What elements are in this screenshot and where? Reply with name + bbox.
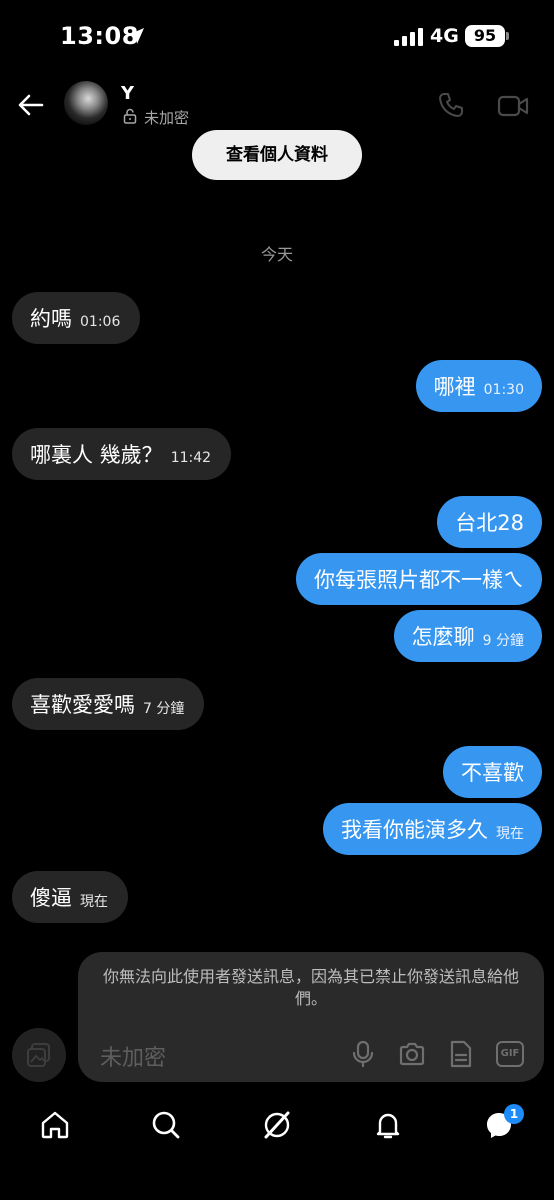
- message-time: 現在: [496, 826, 524, 842]
- message-bubble-sent[interactable]: 不喜歡: [443, 746, 542, 798]
- message-text: 哪裏人 幾歲？: [30, 443, 163, 467]
- cellular-signal-icon: [394, 28, 423, 46]
- message-text: 怎麼聊: [411, 625, 475, 649]
- message-bubble-received[interactable]: 哪裏人 幾歲？ 11:42: [12, 428, 232, 480]
- home-icon[interactable]: [39, 1109, 71, 1141]
- encryption-status: 未加密: [144, 109, 190, 127]
- video-camera-icon[interactable]: [497, 93, 529, 119]
- message-text: 哪裡: [433, 375, 476, 399]
- bottom-navigation: [0, 1095, 554, 1155]
- message-bubble-sent[interactable]: 台北28: [437, 496, 542, 548]
- document-icon[interactable]: [449, 1040, 473, 1068]
- microphone-icon[interactable]: [350, 1040, 376, 1068]
- message-time: 7 分鐘: [143, 701, 185, 717]
- message-bubble-received[interactable]: 傻逼 現在: [12, 871, 128, 923]
- message-bubble-received[interactable]: 喜歡愛愛嗎 7 分鐘: [12, 678, 205, 730]
- message-bubble-sent[interactable]: 你每張照片都不一樣ㄟ: [296, 553, 542, 605]
- message-bubble-sent[interactable]: 我看你能演多久 現在: [323, 803, 542, 855]
- message-text: 約嗎: [30, 307, 72, 331]
- battery-indicator: 95: [465, 25, 505, 47]
- restriction-notice-text: 你無法向此使用者發送訊息，因為其已禁止你發送訊息給他們。: [102, 967, 519, 1008]
- message-bubble-sent[interactable]: 哪裡 01:30: [415, 360, 542, 412]
- message-bubble-received[interactable]: 約嗎 01:06: [12, 292, 141, 344]
- gallery-icon: [27, 1043, 50, 1067]
- message-text: 不喜歡: [461, 761, 524, 785]
- message-text: 傻逼: [30, 886, 72, 910]
- user-name[interactable]: Y: [121, 83, 134, 104]
- notifications-bell-icon[interactable]: [372, 1109, 404, 1141]
- network-type: 4G: [430, 25, 459, 47]
- unlock-icon: [123, 108, 137, 124]
- back-arrow-icon[interactable]: [16, 90, 46, 120]
- location-arrow-icon: [128, 28, 144, 44]
- message-text: 台北28: [455, 511, 524, 535]
- battery-tip: [506, 32, 509, 40]
- view-profile-button[interactable]: 查看個人資料: [192, 130, 362, 180]
- explore-icon[interactable]: [261, 1109, 293, 1141]
- camera-icon[interactable]: [398, 1040, 426, 1068]
- date-separator: 今天: [260, 245, 293, 264]
- phone-icon[interactable]: [437, 91, 465, 119]
- message-text: 喜歡愛愛嗎: [30, 693, 135, 717]
- message-input[interactable]: 未加密: [100, 1040, 166, 1072]
- status-bar: 13:08 4G 95: [0, 0, 554, 76]
- message-bubble-sent[interactable]: 怎麼聊 9 分鐘: [393, 610, 542, 662]
- message-time: 現在: [80, 894, 108, 910]
- message-time: 9 分鐘: [482, 633, 524, 649]
- gallery-button[interactable]: [12, 1028, 66, 1082]
- avatar[interactable]: [64, 81, 108, 125]
- message-text: 你每張照片都不一樣ㄟ: [314, 568, 524, 592]
- message-text: 我看你能演多久: [341, 818, 488, 842]
- chat-header: Y 未加密: [0, 76, 554, 136]
- gif-button[interactable]: GIF: [496, 1041, 524, 1067]
- message-time: 11:42: [170, 450, 212, 466]
- message-time: 01:30: [483, 382, 524, 398]
- search-icon[interactable]: [150, 1109, 182, 1141]
- messages-badge: 1: [504, 1104, 524, 1124]
- message-time: 01:06: [80, 314, 121, 330]
